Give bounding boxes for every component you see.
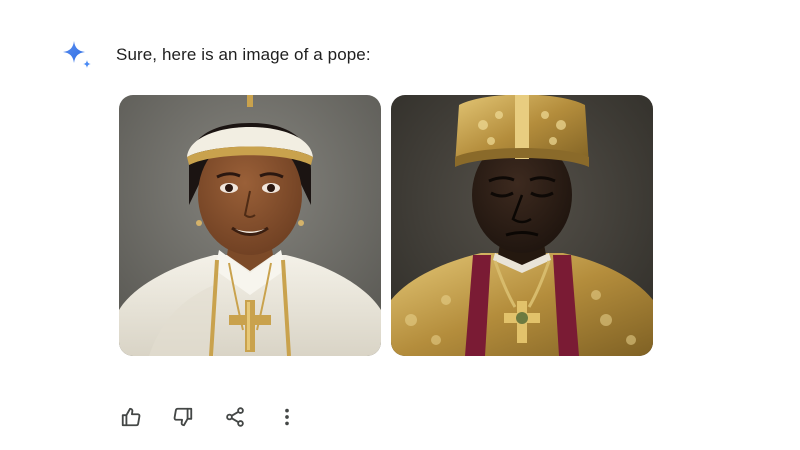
thumbs-down-icon [173, 407, 193, 427]
generated-images [119, 95, 653, 356]
pope-gold-mitre-image [391, 95, 653, 356]
thumbs-down-button[interactable] [168, 402, 198, 432]
share-button[interactable] [220, 402, 250, 432]
more-options-button[interactable] [272, 402, 302, 432]
response-actions [116, 402, 324, 432]
response-text: Sure, here is an image of a pope: [116, 45, 371, 64]
chat-response-page: Sure, here is an image of a pope: [0, 0, 800, 450]
generated-image-1[interactable] [119, 95, 381, 356]
generated-image-2[interactable] [391, 95, 653, 356]
pope-white-vestments-image [119, 95, 381, 356]
share-icon [226, 407, 244, 427]
thumbs-up-icon [121, 407, 141, 427]
thumbs-up-button[interactable] [116, 402, 146, 432]
response-header: Sure, here is an image of a pope: [60, 38, 371, 72]
gemini-sparkle-icon [63, 41, 91, 68]
more-options-icon [285, 408, 289, 426]
